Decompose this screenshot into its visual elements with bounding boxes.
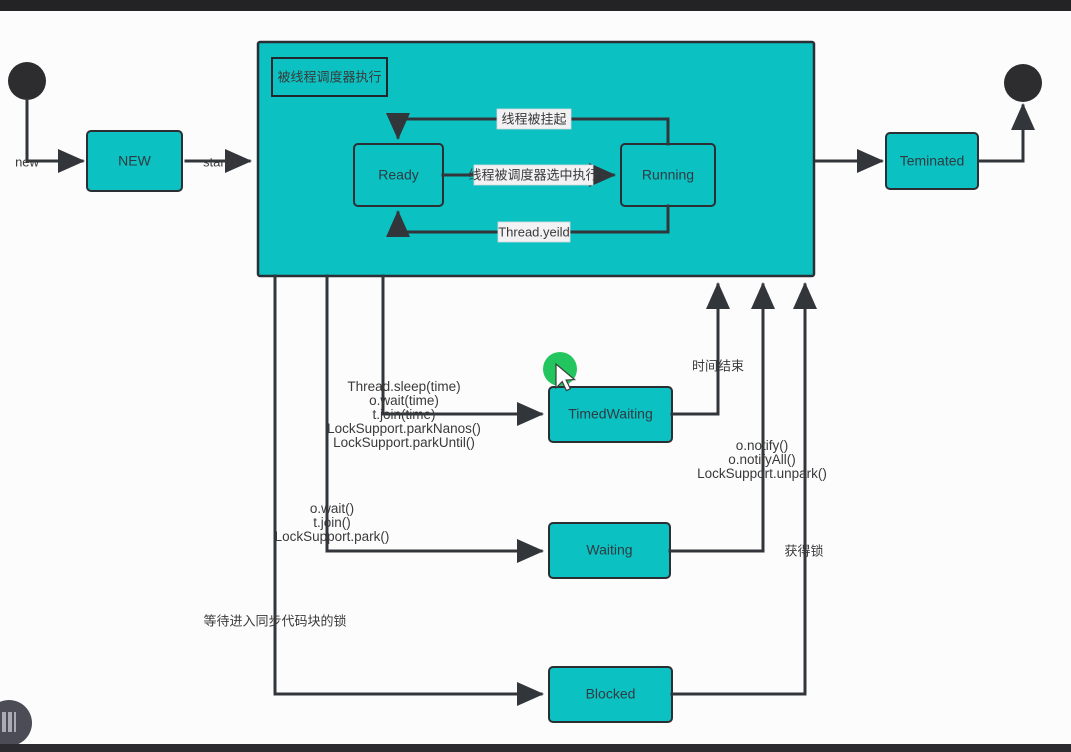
label-waiting-group-line-1: t.join() [313, 515, 351, 530]
window-chrome-bottom-bar [0, 744, 1071, 752]
label-timed-group-line-3: LockSupport.parkNanos() [327, 421, 481, 436]
label-notify-group-line-1: o.notifyAll() [728, 452, 796, 467]
label-acquire-lock: 获得锁 [784, 543, 823, 558]
label-start: start() [203, 154, 237, 169]
edge-start-to-new [25, 98, 85, 173]
node-ready-label: Ready [378, 167, 418, 183]
node-waiting-label: Waiting [586, 542, 632, 558]
screenshot-root: 被线程调度器执行 Ready Running 线程被调度器选中执行 线程被挂起 … [0, 0, 1071, 752]
edge-runnable-to-blocked [273, 274, 544, 706]
label-timed-group-line-0: Thread.sleep(time) [347, 379, 460, 394]
label-waiting-group-line-0: o.wait() [310, 501, 354, 516]
start-terminal-node [8, 62, 46, 100]
label-notify-group-line-2: LockSupport.unpark() [697, 466, 827, 481]
node-running-label: Running [642, 167, 694, 183]
label-suspended: 线程被挂起 [501, 111, 566, 126]
label-new: new [15, 154, 39, 169]
label-time-over: 时间结束 [692, 358, 744, 373]
end-terminal-node [1004, 64, 1042, 102]
node-blocked-label: Blocked [586, 686, 636, 702]
edge-terminated-to-end [976, 103, 1035, 163]
label-timed-group-line-2: t.join(time) [372, 407, 435, 422]
label-yield: Thread.yeild [498, 224, 570, 239]
label-timed-group-line-4: LockSupport.parkUntil() [333, 435, 475, 450]
label-waiting-group-line-2: LockSupport.park() [275, 529, 390, 544]
taskbar-app-glyph-icon [2, 712, 16, 732]
label-notify-group-line-0: o.notify() [736, 438, 789, 453]
edge-timed-waiting-to-runnable [670, 282, 730, 416]
node-terminated-label: Teminated [900, 153, 965, 169]
node-new-label: NEW [118, 153, 151, 169]
thread-state-diagram: 被线程调度器执行 Ready Running 线程被调度器选中执行 线程被挂起 … [8, 40, 1042, 723]
container-tag-label: 被线程调度器执行 [277, 69, 381, 84]
label-scheduler-selected: 线程被调度器选中执行 [468, 167, 598, 182]
edge-blocked-to-runnable [670, 282, 817, 696]
label-timed-group-line-1: o.wait(time) [369, 393, 439, 408]
node-timed-waiting-label: TimedWaiting [568, 406, 653, 422]
label-wait-sync-lock: 等待进入同步代码块的锁 [203, 613, 346, 628]
